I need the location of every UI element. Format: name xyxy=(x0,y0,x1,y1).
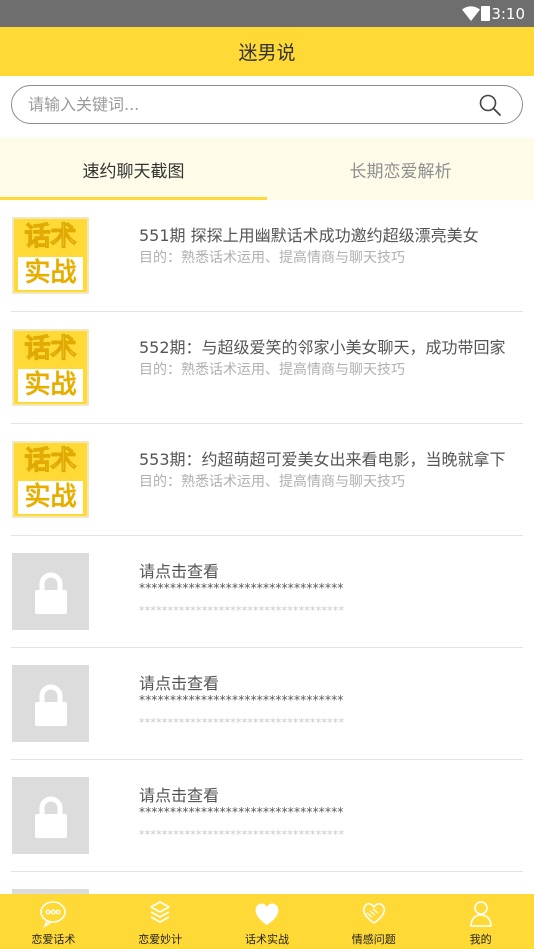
item-hidden-subtext: ************************************ xyxy=(139,828,345,841)
user-icon xyxy=(469,901,492,927)
lock-icon xyxy=(35,572,67,614)
tab-long-term-love-analysis[interactable]: 长期恋爱解析 xyxy=(267,138,534,200)
lock-thumbnail xyxy=(12,553,89,630)
nav-love-tips[interactable]: 恋爱妙计 xyxy=(107,894,214,949)
list-item[interactable]: 话术 实战 551期 探探上用幽默话术成功邀约超级漂亮美女 目的：熟悉话术运用、… xyxy=(0,200,534,312)
chat-bubble-icon xyxy=(40,901,67,928)
item-subtitle: 目的：熟悉话术运用、提高情商与聊天技巧 xyxy=(139,250,405,266)
app-bar: 迷男说 xyxy=(0,27,534,76)
search-box[interactable] xyxy=(11,85,523,124)
script-practice-badge-icon: 话术 实战 xyxy=(12,441,89,518)
script-practice-badge-icon: 话术 实战 xyxy=(12,217,89,294)
item-hidden-subtext: ************************************ xyxy=(139,716,345,729)
nav-script-practice[interactable]: 话术实战 xyxy=(214,894,321,949)
tab-quick-chat-screenshots[interactable]: 速约聊天截图 xyxy=(0,138,267,200)
search-icon[interactable] xyxy=(478,93,502,117)
nav-emotional-issues[interactable]: 情感问题 xyxy=(320,894,427,949)
search-input[interactable] xyxy=(28,92,468,117)
tab-bar: 速约聊天截图 长期恋爱解析 xyxy=(0,138,534,200)
item-title: 553期：约超萌超可爱美女出来看电影，当晚就拿下 xyxy=(139,450,506,469)
bottom-nav: 恋爱话术 恋爱妙计 话术实战 情感问题 我的 xyxy=(0,894,534,949)
script-practice-badge-icon: 话术 实战 xyxy=(12,329,89,406)
article-list: 话术 实战 551期 探探上用幽默话术成功邀约超级漂亮美女 目的：熟悉话术运用、… xyxy=(0,200,534,894)
lock-thumbnail xyxy=(12,777,89,854)
list-item[interactable]: 话术 实战 553期：约超萌超可爱美女出来看电影，当晚就拿下 目的：熟悉话术运用… xyxy=(0,424,534,536)
app-title: 迷男说 xyxy=(238,42,296,64)
wifi-icon xyxy=(462,6,480,21)
list-item-locked[interactable] xyxy=(0,872,534,894)
list-item-locked[interactable]: 请点击查看 ********************************* … xyxy=(0,760,534,872)
nav-label: 情感问题 xyxy=(351,933,396,946)
heart-icon xyxy=(255,903,279,925)
lock-icon xyxy=(35,684,67,726)
item-title: 请点击查看 xyxy=(139,674,220,693)
item-title: 请点击查看 xyxy=(139,786,220,805)
item-title: 552期：与超级爱笑的邻家小美女聊天，成功带回家 xyxy=(139,338,506,357)
item-hidden-text: ********************************* xyxy=(139,805,344,819)
nav-profile[interactable]: 我的 xyxy=(427,894,534,949)
lock-icon xyxy=(35,796,67,838)
item-title: 551期 探探上用幽默话术成功邀约超级漂亮美女 xyxy=(139,226,479,245)
handshake-heart-icon xyxy=(362,902,385,924)
nav-label: 恋爱话术 xyxy=(31,933,76,946)
item-subtitle: 目的：熟悉话术运用、提高情商与聊天技巧 xyxy=(139,362,405,378)
nav-label: 恋爱妙计 xyxy=(138,933,183,946)
status-time: 3:10 xyxy=(491,5,525,23)
list-item[interactable]: 话术 实战 552期：与超级爱笑的邻家小美女聊天，成功带回家 目的：熟悉话术运用… xyxy=(0,312,534,424)
item-hidden-text: ********************************* xyxy=(139,693,344,707)
nav-label: 话术实战 xyxy=(244,933,289,946)
list-item-locked[interactable]: 请点击查看 ********************************* … xyxy=(0,536,534,648)
nav-love-scripts[interactable]: 恋爱话术 xyxy=(0,894,107,949)
item-subtitle: 目的：熟悉话术运用、提高情商与聊天技巧 xyxy=(139,474,405,490)
battery-icon xyxy=(481,6,490,21)
lock-thumbnail xyxy=(12,665,89,742)
item-hidden-subtext: ************************************ xyxy=(139,604,345,617)
item-hidden-text: ********************************* xyxy=(139,581,344,595)
book-stack-icon xyxy=(150,901,170,923)
list-item-locked[interactable]: 请点击查看 ********************************* … xyxy=(0,648,534,760)
nav-label: 我的 xyxy=(469,933,492,946)
search-area xyxy=(0,76,534,138)
item-title: 请点击查看 xyxy=(139,562,220,581)
status-bar: 3:10 xyxy=(0,0,534,27)
